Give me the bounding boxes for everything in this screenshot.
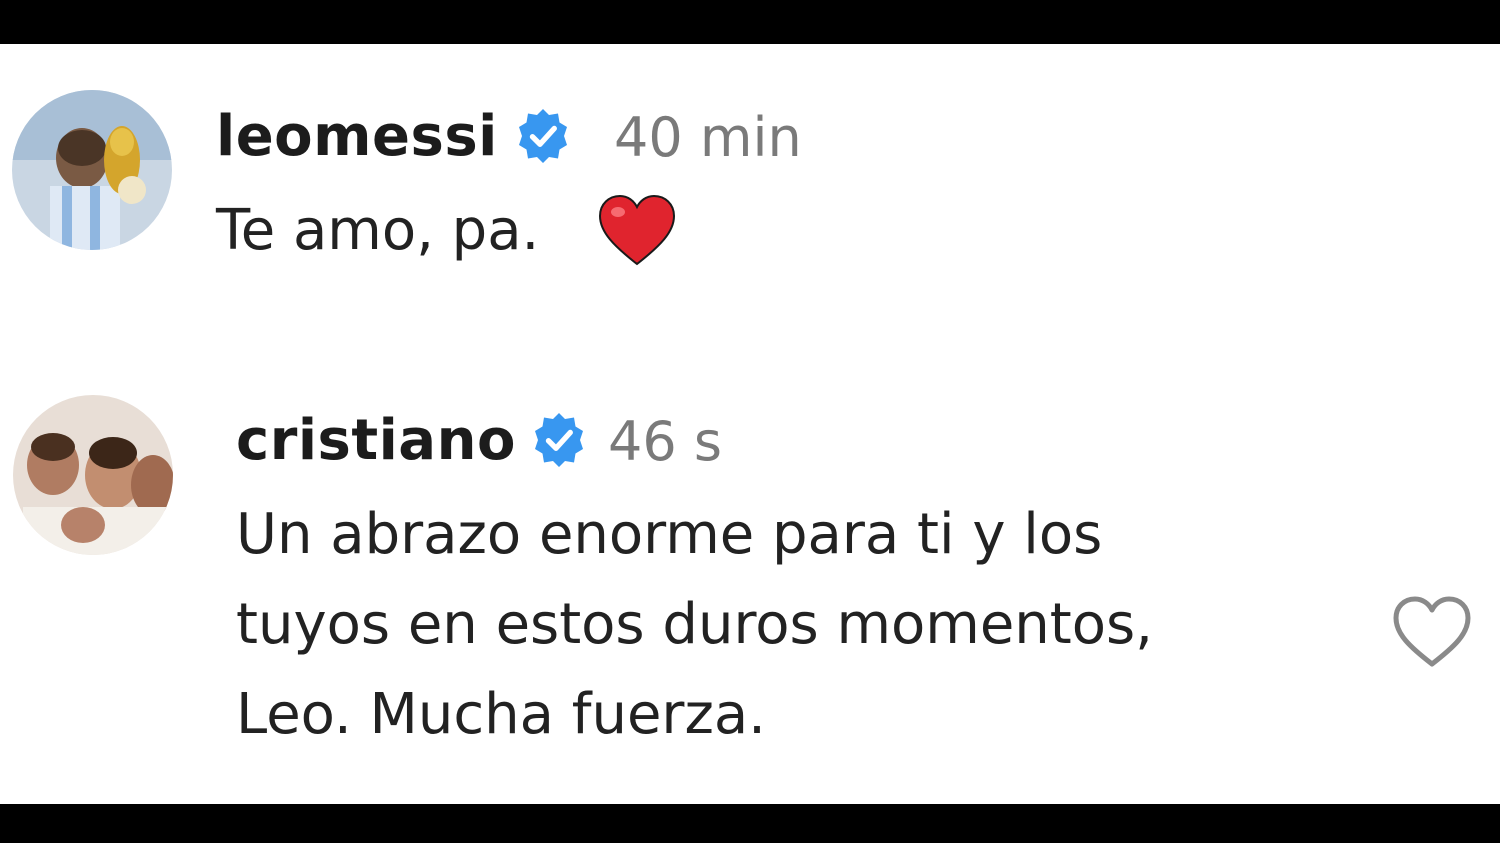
- letterbox-top: [0, 0, 1500, 44]
- comment-text-line-1: Un abrazo enorme para ti y los: [236, 502, 1103, 567]
- username-leomessi[interactable]: leomessi: [216, 104, 498, 169]
- comment-text-line-2: tuyos en estos duros momentos,: [236, 592, 1153, 657]
- like-heart-icon[interactable]: [1390, 594, 1474, 670]
- comment-text-line-3: Leo. Mucha fuerza.: [236, 682, 766, 747]
- timestamp: 40 min: [614, 106, 802, 169]
- username-cristiano[interactable]: cristiano: [236, 408, 516, 473]
- letterbox-bottom: [0, 804, 1500, 843]
- red-heart-emoji-icon: [598, 194, 676, 266]
- verified-badge-icon: [535, 413, 583, 467]
- timestamp: 46 s: [608, 410, 723, 473]
- avatar-cristiano[interactable]: [13, 395, 173, 555]
- comments-panel: leomessi 40 min Te amo, pa. cristiano 46…: [0, 44, 1500, 804]
- avatar-leomessi[interactable]: [12, 90, 172, 250]
- comment-text: Te amo, pa.: [216, 198, 540, 263]
- verified-badge-icon: [519, 109, 567, 163]
